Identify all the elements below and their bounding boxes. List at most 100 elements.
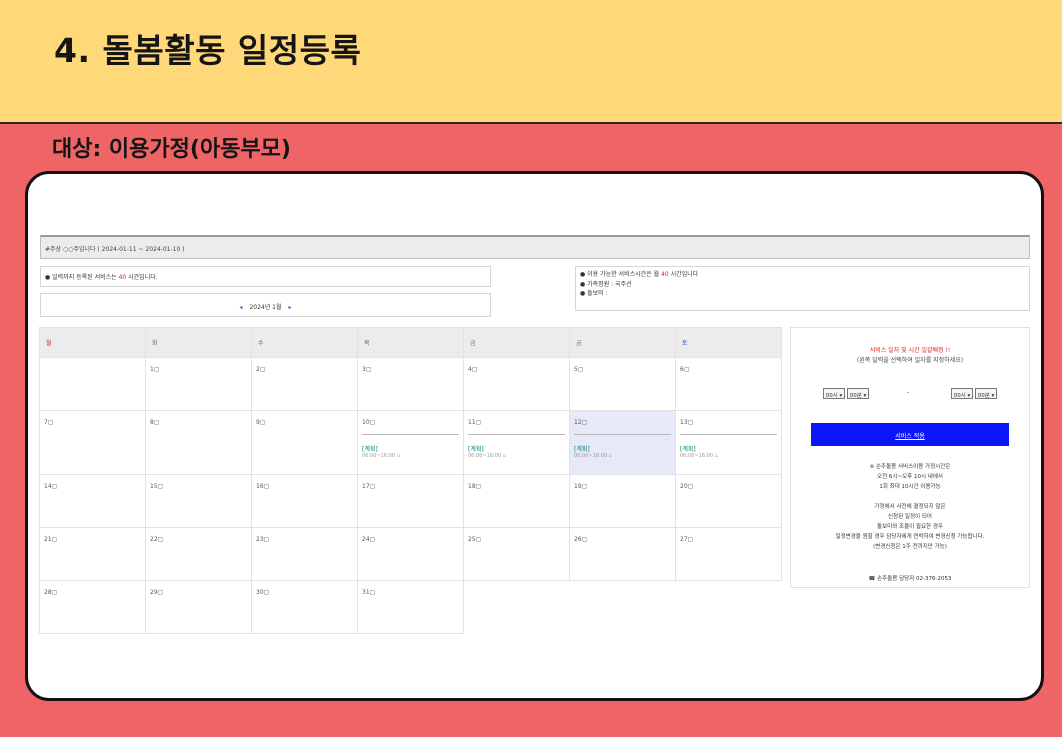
panel-note-line: 1회 최대 10시간 이용가능 bbox=[879, 484, 941, 490]
day-number: 4▢ bbox=[468, 366, 478, 373]
schedule-time: 06:00~16:00 ▫ bbox=[574, 453, 612, 459]
calendar-day-cell[interactable]: 31▢ bbox=[357, 580, 464, 634]
available-hours-line: ● 이용 가능한 서비스시간은 월 40 시간입니다 bbox=[580, 270, 1025, 280]
day-number: 3▢ bbox=[362, 366, 372, 373]
panel-subtitle: (왼쪽 달력을 선택하여 일자를 지정하세요) bbox=[856, 357, 964, 364]
slide-subtitle: 대상: 이용가정(아동부모) bbox=[52, 137, 291, 162]
schedule-entry[interactable]: [계획] 06:00~16:00 ▫ bbox=[468, 434, 565, 459]
apply-service-button[interactable]: 서비스 적용 bbox=[811, 423, 1009, 446]
calendar-day-cell[interactable]: 11▢ [계획] 06:00~16:00 ▫ bbox=[463, 410, 570, 475]
apply-service-label: 서비스 적용 bbox=[895, 433, 925, 440]
calendar-day-cell[interactable]: 6▢ bbox=[675, 357, 782, 411]
calendar-day-cell[interactable]: 1▢ bbox=[145, 357, 252, 411]
weekday-header: 토 bbox=[675, 327, 782, 358]
range-dash: - bbox=[907, 389, 910, 396]
calendar-day-cell[interactable]: 18▢ bbox=[463, 474, 570, 528]
day-number: 20▢ bbox=[680, 483, 694, 490]
schedule-entry[interactable]: [계획] 06:00~16:00 ▫ bbox=[680, 434, 777, 459]
screenshot-frame: #주상 ○○주입니다 ( 2024-01-11 ~ 2024-01-10 ) ●… bbox=[25, 171, 1044, 701]
day-number: 27▢ bbox=[680, 536, 694, 543]
day-number: 8▢ bbox=[150, 419, 160, 426]
calendar-day-cell[interactable]: 13▢ [계획] 06:00~16:00 ▫ bbox=[675, 410, 782, 475]
day-number: 19▢ bbox=[574, 483, 588, 490]
calendar-day-cell[interactable]: 5▢ bbox=[569, 357, 676, 411]
calendar-day-cell[interactable]: 19▢ bbox=[569, 474, 676, 528]
start-hour-select[interactable]: 00시 ▾ bbox=[823, 388, 845, 399]
calendar-day-cell[interactable] bbox=[39, 357, 146, 411]
calendar-day-cell[interactable]: 9▢ bbox=[251, 410, 358, 475]
calendar-day-cell[interactable]: 28▢ bbox=[39, 580, 146, 634]
weekday-header-row: 월 화 수 목 금 금 토 bbox=[39, 327, 782, 358]
calendar-day-cell[interactable]: 12▢ [계획] 06:00~16:00 ▫ bbox=[569, 410, 676, 475]
end-hour-select[interactable]: 00시 ▾ bbox=[951, 388, 973, 399]
day-number: 7▢ bbox=[44, 419, 54, 426]
day-number: 26▢ bbox=[574, 536, 588, 543]
day-number: 16▢ bbox=[256, 483, 270, 490]
schedule-entry[interactable]: [계획] 06:00~16:00 ▫ bbox=[574, 434, 671, 459]
calendar-day-cell[interactable]: 20▢ bbox=[675, 474, 782, 528]
calendar-day-cell[interactable]: 21▢ bbox=[39, 527, 146, 581]
bulk-assign-panel: 서비스 일자 및 시간 일괄배정 !! (왼쪽 달력을 선택하여 일자를 지정하… bbox=[790, 327, 1030, 588]
calendar-day-cell[interactable]: 27▢ bbox=[675, 527, 782, 581]
calendar-week-row: 28▢ 29▢ 30▢ 31▢ bbox=[39, 580, 782, 634]
weekday-header: 수 bbox=[251, 327, 358, 358]
calendar-day-cell[interactable]: 3▢ bbox=[357, 357, 464, 411]
notice-prefix: ● 일력까지 등록된 서비스는 bbox=[45, 274, 119, 281]
registered-hours-notice: ● 일력까지 등록된 서비스는 40 시간입니다. bbox=[40, 266, 491, 287]
slide-title: 4. 돌봄활동 일정등록 bbox=[54, 31, 362, 70]
day-number: 1▢ bbox=[150, 366, 160, 373]
calendar-day-cell[interactable]: 24▢ bbox=[357, 527, 464, 581]
day-number: 25▢ bbox=[468, 536, 482, 543]
calendar-day-cell[interactable]: 10▢ [계획] 06:00~16:00 ▫ bbox=[357, 410, 464, 475]
day-number: 17▢ bbox=[362, 483, 376, 490]
weekday-header: 화 bbox=[145, 327, 252, 358]
calendar-day-cell[interactable]: 25▢ bbox=[463, 527, 570, 581]
available-hours: 40 bbox=[661, 271, 669, 278]
calendar-day-cell[interactable]: 16▢ bbox=[251, 474, 358, 528]
panel-note-line: ※ 손주돌봄 서비스이용 가정시간은 bbox=[869, 464, 951, 470]
calendar-day-cell[interactable]: 2▢ bbox=[251, 357, 358, 411]
calendar-day-cell[interactable]: 30▢ bbox=[251, 580, 358, 634]
schedule-time: 06:00~16:00 ▫ bbox=[680, 453, 718, 459]
schedule-entry[interactable]: [계획] 06:00~16:00 ▫ bbox=[362, 434, 459, 459]
calendar-day-cell[interactable]: 26▢ bbox=[569, 527, 676, 581]
day-number: 12▢ bbox=[574, 419, 588, 426]
calendar-week-row: 21▢ 22▢ 23▢ 24▢ 25▢ 26▢ 27▢ bbox=[39, 527, 782, 581]
day-number: 10▢ bbox=[362, 419, 376, 426]
calendar-empty-slot bbox=[570, 581, 676, 634]
day-number: 9▢ bbox=[256, 419, 266, 426]
weekday-header: 금 bbox=[463, 327, 570, 358]
weekday-header: 월 bbox=[39, 327, 146, 358]
weekday-header: 금 bbox=[569, 327, 676, 358]
day-number: 14▢ bbox=[44, 483, 58, 490]
caregiver-line: ● 돌보미 : bbox=[580, 290, 608, 297]
end-minute-select[interactable]: 00분 ▾ bbox=[975, 388, 997, 399]
notice-suffix: 시간입니다. bbox=[126, 274, 158, 281]
calendar-day-cell[interactable]: 22▢ bbox=[145, 527, 252, 581]
calendar-empty-slot bbox=[464, 581, 570, 634]
next-month-button[interactable]: ▸ bbox=[288, 304, 291, 311]
calendar-day-cell[interactable]: 8▢ bbox=[145, 410, 252, 475]
week-bar: #주상 ○○주입니다 ( 2024-01-11 ~ 2024-01-10 ) bbox=[40, 235, 1030, 259]
calendar-day-cell[interactable]: 17▢ bbox=[357, 474, 464, 528]
panel-title: 서비스 일자 및 시간 일괄배정 !! bbox=[869, 347, 951, 354]
calendar-day-cell[interactable]: 29▢ bbox=[145, 580, 252, 634]
calendar-week-row: 14▢ 15▢ 16▢ 17▢ 18▢ 19▢ 20▢ bbox=[39, 474, 782, 528]
prev-month-button[interactable]: ◂ bbox=[240, 304, 243, 311]
start-minute-select[interactable]: 00분 ▾ bbox=[847, 388, 869, 399]
panel-note-line bbox=[791, 492, 1029, 502]
calendar-day-cell[interactable]: 23▢ bbox=[251, 527, 358, 581]
schedule-type: [계획] bbox=[574, 446, 590, 453]
day-number: 5▢ bbox=[574, 366, 584, 373]
calendar-week-row: 7▢ 8▢ 9▢ 10▢ [계획] 06:00~16:00 ▫ 11▢ [계획] 06:00~1… bbox=[39, 410, 782, 475]
calendar-day-cell[interactable]: 7▢ bbox=[39, 410, 146, 475]
month-navigation: ◂ 2024년 1월 ▸ bbox=[40, 293, 491, 317]
day-number: 6▢ bbox=[680, 366, 690, 373]
panel-note-line: 일정변경을 원할 경우 담당자에게 연락하여 변경신청 가능합니다. bbox=[835, 534, 985, 540]
available-hours-prefix: ● 이용 가능한 서비스시간은 월 bbox=[580, 271, 662, 278]
calendar-day-cell[interactable]: 4▢ bbox=[463, 357, 570, 411]
calendar-day-cell[interactable]: 15▢ bbox=[145, 474, 252, 528]
calendar-day-cell[interactable]: 14▢ bbox=[39, 474, 146, 528]
day-number: 29▢ bbox=[150, 589, 164, 596]
day-number: 15▢ bbox=[150, 483, 164, 490]
